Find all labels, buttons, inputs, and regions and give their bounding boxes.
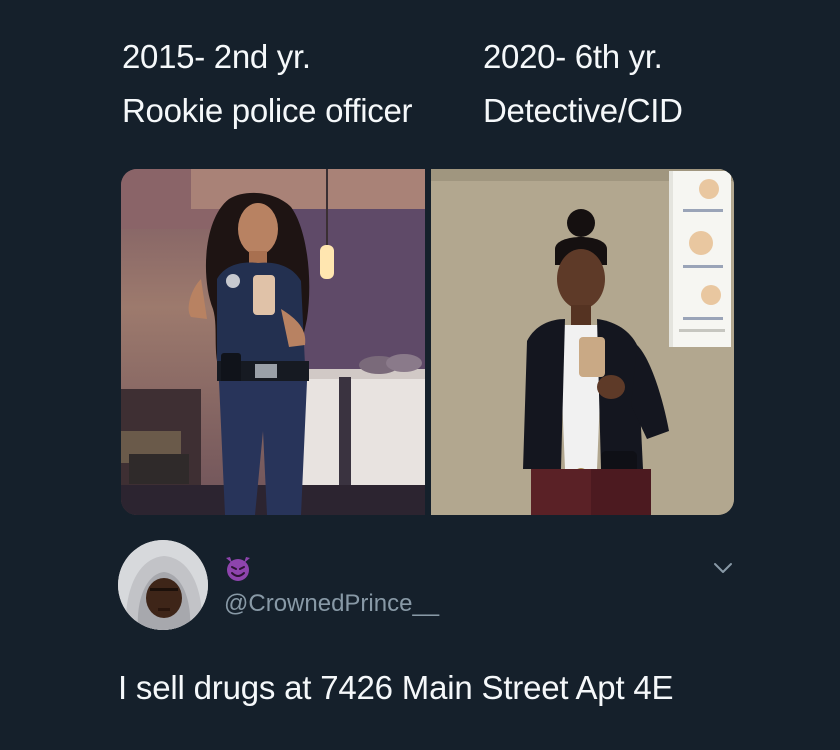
avatar[interactable] (118, 540, 208, 630)
tweet-text: I sell drugs at 7426 Main Street Apt 4E (118, 669, 674, 706)
photo-detective[interactable] (431, 169, 734, 515)
chevron-down-icon[interactable] (712, 560, 734, 576)
caption-right-role: Detective/CID (483, 92, 683, 129)
caption-left-role: Rookie police officer (122, 92, 413, 129)
smiling-imp-emoji (224, 554, 252, 582)
caption-left-year: 2015- 2nd yr. (122, 38, 311, 75)
caption-left: 2015- 2nd yr. Rookie police officer (122, 30, 413, 138)
photo-rookie-officer[interactable] (121, 169, 425, 515)
tweet-author: @CrownedPrince__ (118, 540, 738, 632)
caption-right: 2020- 6th yr. Detective/CID (483, 30, 683, 138)
caption-right-year: 2020- 6th yr. (483, 38, 663, 75)
tweet-media (121, 169, 734, 515)
author-handle[interactable]: @CrownedPrince__ (224, 590, 439, 618)
